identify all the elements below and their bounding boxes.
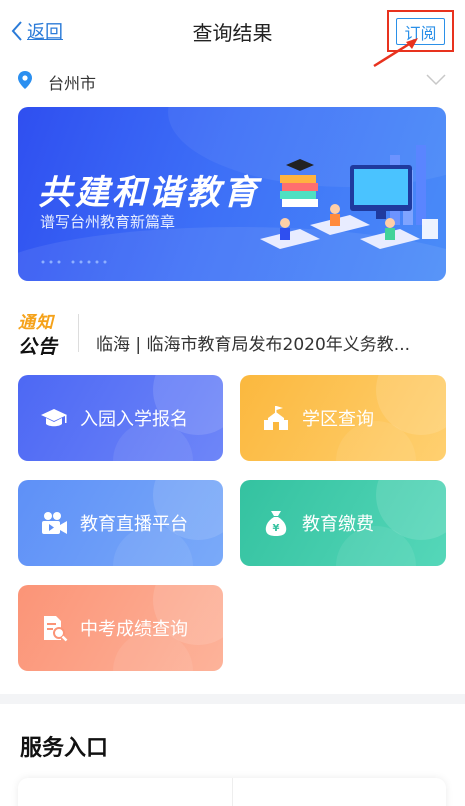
svg-text:¥: ¥	[273, 523, 280, 534]
money-bag-icon: ¥	[265, 511, 287, 536]
chevron-down-icon[interactable]	[426, 74, 446, 86]
graduation-cap-icon	[41, 409, 67, 427]
service-entry-panel	[18, 778, 446, 806]
service-exam-score-button[interactable]: 中考成绩查询	[18, 585, 223, 671]
document-search-icon	[44, 616, 68, 642]
service-enrollment-button[interactable]: 入园入学报名	[18, 375, 223, 461]
banner-title: 共建和谐教育	[38, 173, 260, 213]
service-label: 教育缴费	[302, 514, 374, 535]
notice-text[interactable]: 临海 | 临海市教育局发布2020年义务教...	[96, 330, 451, 355]
notice-logo: 通知 公告	[18, 308, 62, 358]
section-title: 服务入口	[20, 736, 109, 761]
screen: 返回 查询结果 订阅 台州市 共建和谐教育 谱写台州教育新篇章 通知 公告 临海…	[0, 0, 465, 806]
service-live-stream-button[interactable]: 教育直播平台	[18, 480, 223, 566]
notice-logo-line2: 公告	[18, 336, 59, 358]
divider	[232, 778, 233, 806]
notice-logo-line1: 通知	[18, 313, 54, 333]
banner-subtitle: 谱写台州教育新篇章	[40, 213, 176, 231]
location-selector[interactable]: 台州市	[0, 62, 465, 102]
school-building-icon	[264, 406, 288, 430]
nav-bar: 返回 查询结果 订阅	[0, 0, 465, 68]
education-illustration-icon	[260, 145, 438, 249]
notice-bar[interactable]: 通知 公告 临海 | 临海市教育局发布2020年义务教...	[0, 306, 465, 362]
location-pin-icon	[18, 71, 32, 89]
divider	[78, 314, 79, 352]
promo-banner[interactable]: 共建和谐教育 谱写台州教育新篇章	[18, 107, 446, 281]
service-payment-button[interactable]: ¥ 教育缴费	[240, 480, 446, 566]
service-label: 教育直播平台	[80, 514, 188, 535]
service-label: 中考成绩查询	[80, 619, 188, 640]
section-divider	[0, 694, 465, 704]
video-camera-icon	[42, 512, 67, 534]
service-school-district-button[interactable]: 学区查询	[240, 375, 446, 461]
city-label: 台州市	[48, 74, 97, 93]
banner-dots-decoration	[41, 260, 107, 264]
service-label: 入园入学报名	[80, 409, 188, 430]
service-label: 学区查询	[302, 409, 374, 430]
